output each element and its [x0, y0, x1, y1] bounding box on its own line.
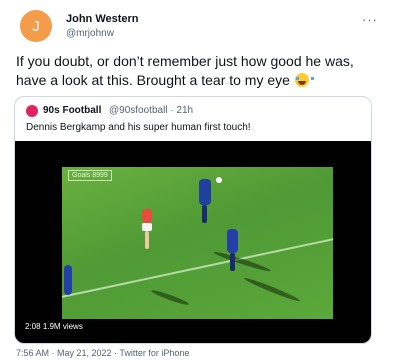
video-stats: 2:08 1.9M views	[25, 322, 83, 331]
football	[216, 177, 222, 183]
player-shadow	[150, 288, 190, 307]
player-blue-1	[199, 179, 211, 205]
quoted-tweet[interactable]: 90s Football @90sfootball · 21h Dennis B…	[14, 96, 372, 344]
video-duration: 2:08	[25, 322, 41, 331]
tweet-meta[interactable]: 7:56 AM · May 21, 2022 · Twitter for iPh…	[16, 348, 189, 358]
player-blue-1-legs	[202, 205, 207, 223]
more-options-icon[interactable]: ···	[362, 12, 378, 27]
quoted-author-name[interactable]: 90s Football	[43, 105, 101, 116]
pitch-line	[62, 230, 333, 302]
tears-of-joy-emoji-icon	[294, 73, 314, 87]
player-red-legs	[145, 231, 149, 249]
player-red-shorts	[142, 223, 152, 231]
video-frame: Goals 8999	[62, 167, 333, 319]
author-handle[interactable]: @mrjohnw	[66, 28, 114, 39]
quoted-avatar[interactable]	[26, 105, 38, 117]
tweet-text: If you doubt, or don’t remember just how…	[16, 52, 386, 90]
quoted-text: Dennis Bergkamp and his super human firs…	[26, 122, 251, 133]
player-blue-edge	[64, 265, 72, 295]
player-blue-2	[227, 229, 238, 253]
author-name[interactable]: John Western	[66, 13, 139, 25]
video-views: 1.9M views	[42, 322, 83, 331]
avatar-letter: J	[32, 17, 40, 35]
video-watermark: Goals 8999	[68, 170, 112, 181]
tweet-card[interactable]: J John Western @mrjohnw ··· If you doubt…	[0, 0, 396, 361]
player-blue-2-legs	[230, 253, 235, 271]
author-avatar[interactable]: J	[20, 10, 52, 42]
player-shadow	[243, 275, 301, 304]
player-red-shirt	[142, 209, 152, 223]
video-player[interactable]: Goals 8999 2:08 1.9M views	[15, 141, 371, 343]
quoted-author-handle: @90sfootball · 21h	[109, 105, 194, 116]
